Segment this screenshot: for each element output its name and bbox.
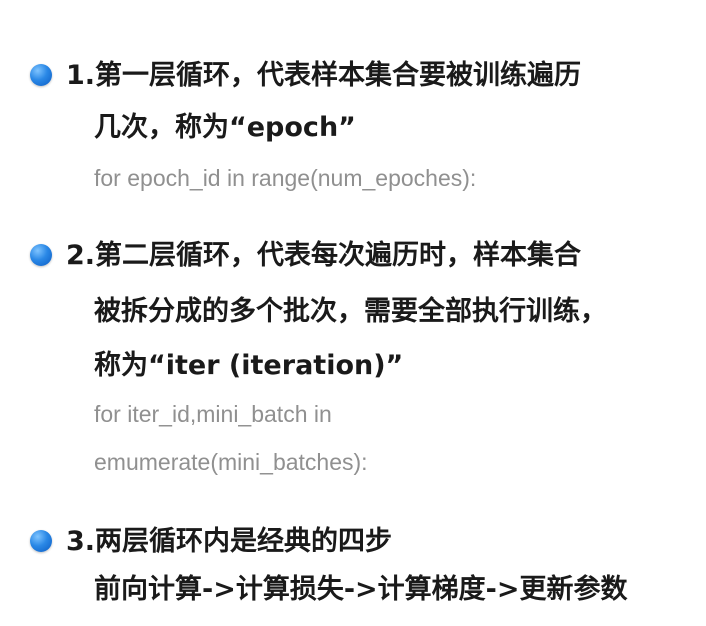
item-title-line: 称为“iter (iteration)” [94, 350, 404, 381]
item-title-line: 前向计算->计算损失->计算梯度->更新参数 [94, 574, 628, 605]
item-title-line: 被拆分成的多个批次，需要全部执行训练， [94, 296, 607, 327]
code-line: emumerate(mini_batches): [94, 449, 368, 475]
code-line: for iter_id,mini_batch in [94, 401, 332, 427]
item-title-line: 2.第二层循环，代表每次遍历时，样本集合 [66, 240, 582, 271]
slide: 1.第一层循环，代表样本集合要被训练遍历 几次，称为“epoch” for ep… [0, 0, 706, 626]
blue-dot-bullet-icon [30, 64, 52, 86]
item-title-line: 几次，称为“epoch” [94, 112, 356, 143]
item-title-line: 1.第一层循环，代表样本集合要被训练遍历 [66, 60, 582, 91]
blue-dot-bullet-icon [30, 530, 52, 552]
blue-dot-bullet-icon [30, 244, 52, 266]
item-title-line: 3.两层循环内是经典的四步 [66, 526, 393, 557]
code-line: for epoch_id in range(num_epoches): [94, 165, 477, 191]
